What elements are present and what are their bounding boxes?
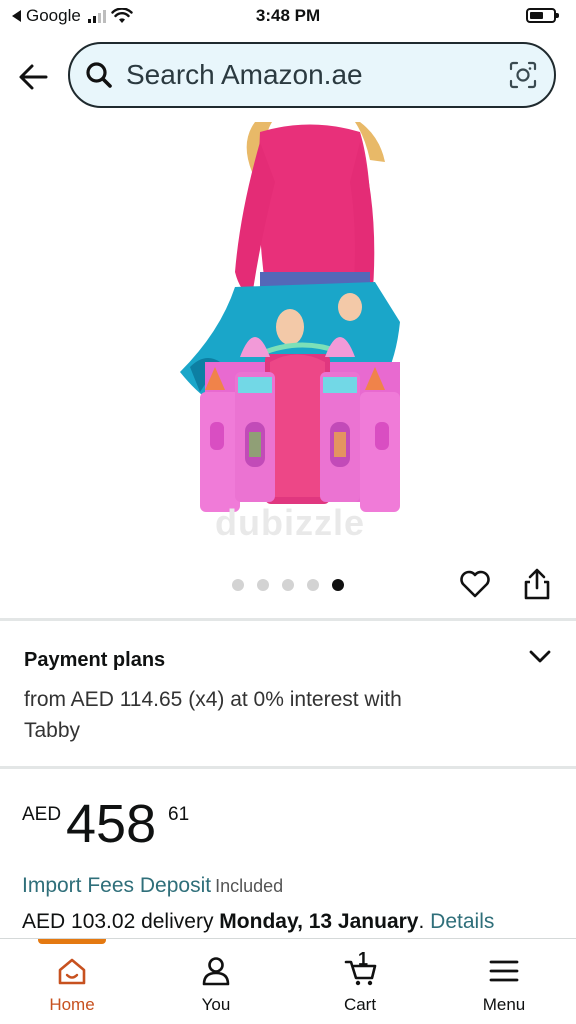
- product-page: Google 3:48 PM Search Amazon.ae dubizzle…: [0, 0, 576, 1024]
- home-icon: [58, 958, 86, 985]
- import-fees-status: Included: [215, 876, 284, 896]
- divider: [0, 618, 576, 621]
- chevron-down-icon[interactable]: [527, 644, 553, 670]
- product-image: [180, 122, 400, 512]
- product-image-carousel[interactable]: dubizzle: [0, 122, 576, 572]
- person-icon: [202, 957, 230, 986]
- carousel-dot: [307, 579, 319, 591]
- nav-menu-label: Menu: [482, 995, 526, 1014]
- carousel-dot: [232, 579, 244, 591]
- delivery-suffix: .: [418, 910, 425, 933]
- delivery-prefix: AED 103.02 delivery: [22, 910, 214, 933]
- share-icon[interactable]: [520, 566, 554, 602]
- carousel-indicator: [232, 579, 344, 591]
- delivery-details-link[interactable]: Details: [430, 910, 494, 933]
- payment-plans-text: from AED 114.65 (x4) at 0% interest with…: [24, 688, 402, 742]
- import-fees-link[interactable]: Import Fees Deposit: [22, 874, 211, 897]
- nav-home-label: Home: [49, 995, 95, 1014]
- battery-icon: [526, 8, 559, 23]
- divider: [0, 766, 576, 769]
- search-bar[interactable]: [68, 42, 556, 108]
- delivery-info: AED 103.02 delivery Monday, 13 January. …: [22, 910, 494, 934]
- back-arrow-icon[interactable]: [16, 59, 52, 95]
- watermark: dubizzle: [215, 502, 365, 543]
- price-currency: AED: [22, 804, 62, 825]
- carousel-dot: [282, 579, 294, 591]
- header: [0, 34, 576, 120]
- nav-you-label: You: [201, 995, 231, 1014]
- nav-home[interactable]: Home: [17, 939, 127, 1024]
- carousel-dot: [257, 579, 269, 591]
- delivery-date: Monday, 13 January: [219, 910, 419, 933]
- bottom-nav: Home You Cart 1 Menu: [0, 938, 576, 1024]
- heart-icon[interactable]: [458, 567, 492, 601]
- nav-you[interactable]: You: [161, 939, 271, 1024]
- payment-plans-section[interactable]: Payment plans from AED 114.65 (x4) at 0%…: [0, 622, 576, 766]
- search-input[interactable]: [126, 58, 486, 92]
- camera-lens-icon[interactable]: [508, 60, 538, 90]
- nav-cart-label: Cart: [343, 995, 377, 1014]
- import-fees: Import Fees Deposit Included: [22, 874, 283, 898]
- cart-count-badge: 1: [358, 949, 369, 969]
- nav-menu[interactable]: Menu: [449, 939, 559, 1024]
- price-whole: 458: [66, 794, 157, 854]
- payment-plans-title: Payment plans: [24, 649, 166, 671]
- menu-icon: [489, 960, 519, 982]
- search-icon: [86, 62, 112, 88]
- carousel-dot-active: [332, 579, 344, 591]
- status-bar: Google 3:48 PM: [0, 0, 576, 34]
- price-fraction: 61: [168, 804, 190, 825]
- status-time: 3:48 PM: [255, 6, 321, 25]
